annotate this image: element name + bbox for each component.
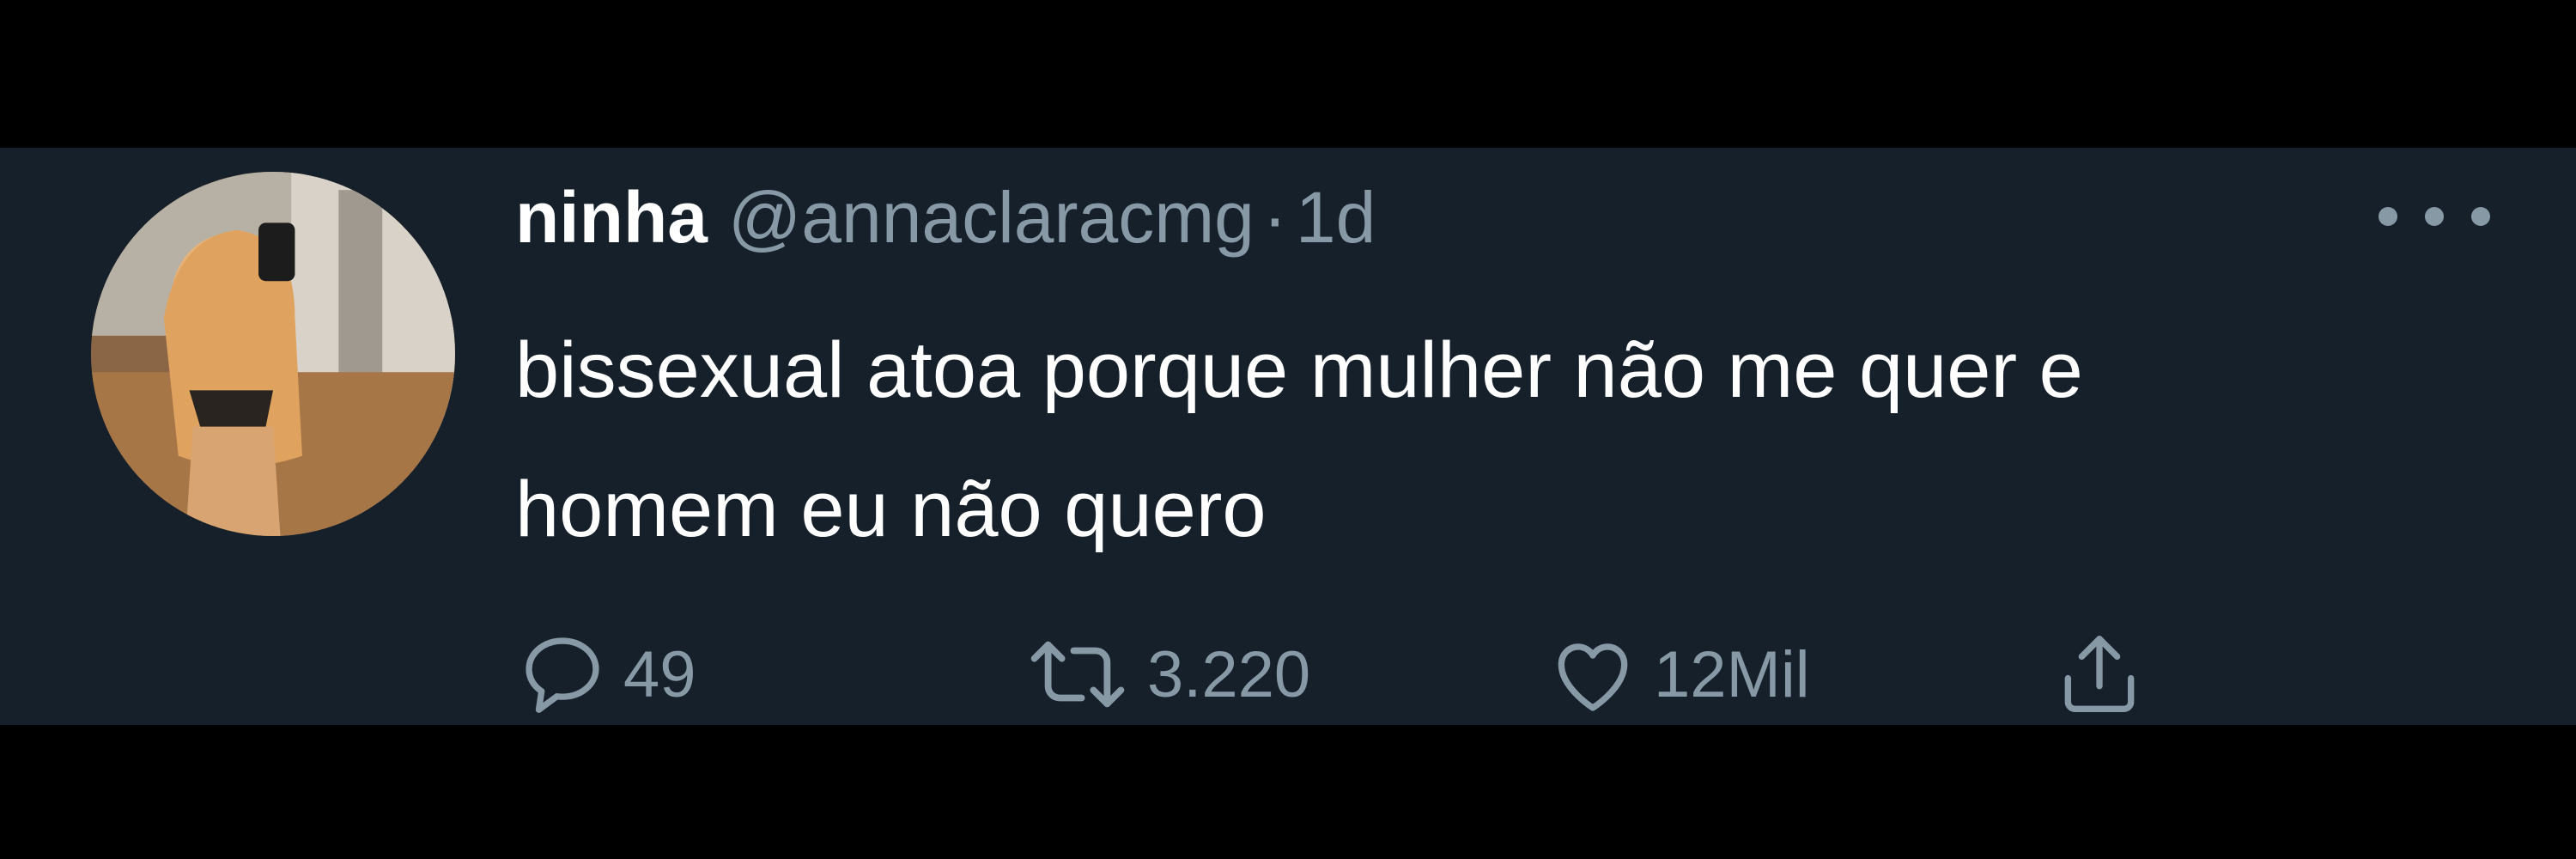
tweet-text: bissexual atoa porque mulher não me quer… <box>515 326 2083 553</box>
tweet-timestamp[interactable]: 1d <box>1296 176 1376 259</box>
share-upload-icon <box>2064 636 2135 712</box>
like-button[interactable]: 12Mil <box>1546 627 1810 722</box>
ellipsis-icon <box>2425 207 2444 226</box>
tweet-header: ninha @annaclaracmg · 1d <box>515 176 1376 271</box>
retweet-count: 3.220 <box>1147 637 1311 711</box>
reply-button[interactable]: 49 <box>515 627 696 722</box>
more-options-button[interactable] <box>2379 191 2490 242</box>
retweet-arrows-icon <box>1030 641 1125 708</box>
heart-icon <box>1558 643 1628 711</box>
retweet-button[interactable]: 3.220 <box>1022 627 1310 722</box>
reply-count: 49 <box>623 637 696 711</box>
header-separator: · <box>1262 177 1287 258</box>
ellipsis-icon <box>2379 207 2397 226</box>
user-handle[interactable]: @annaclaracmg <box>728 176 1255 259</box>
screenshot-page: ninha @annaclaracmg · 1d bissexual atoa … <box>0 0 2576 859</box>
ellipsis-icon <box>2471 207 2490 226</box>
tweet-actions: 49 3.220 12Mil <box>515 627 2233 722</box>
avatar[interactable] <box>91 172 455 536</box>
display-name[interactable]: ninha <box>515 176 708 259</box>
share-button[interactable] <box>2052 627 2147 722</box>
avatar-photo <box>91 172 455 536</box>
reply-bubble-icon <box>526 637 599 713</box>
like-count: 12Mil <box>1654 637 1810 711</box>
